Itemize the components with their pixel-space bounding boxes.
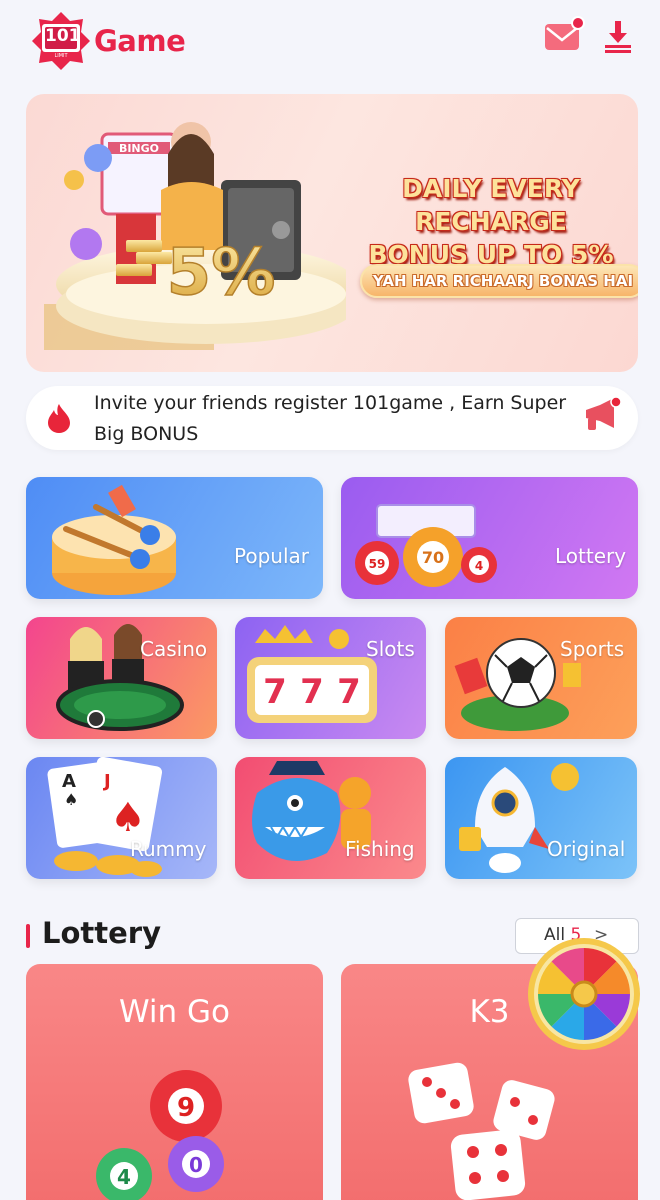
category-label: Sports bbox=[560, 637, 625, 661]
category-label: Original bbox=[547, 837, 626, 861]
svg-text:BINGO: BINGO bbox=[119, 142, 159, 155]
category-label: Rummy bbox=[130, 837, 207, 861]
slot-777-icon: 7 7 7 bbox=[247, 625, 377, 723]
category-rummy[interactable]: A ♠ J ♠ Rummy bbox=[26, 757, 217, 879]
soccer-ball-icon bbox=[454, 638, 581, 731]
prize-wheel-icon[interactable] bbox=[524, 934, 644, 1054]
logo-text: Game bbox=[94, 24, 186, 58]
svg-text:4: 4 bbox=[117, 1165, 131, 1189]
svg-text:59: 59 bbox=[369, 557, 386, 571]
drum-icon bbox=[52, 484, 176, 595]
section-accent-bar bbox=[26, 924, 30, 948]
casino-table-icon bbox=[56, 624, 184, 731]
category-lottery[interactable]: 59 70 4 Lottery bbox=[341, 477, 638, 599]
dice-icon bbox=[408, 1062, 555, 1200]
svg-text:A: A bbox=[62, 771, 76, 792]
svg-text:5%: 5% bbox=[167, 236, 276, 310]
game-card-win-go[interactable]: Win Go 9 0 4 bbox=[26, 964, 323, 1200]
banner-title: DAILY EVERY RECHARGE BONUS UP TO 5% bbox=[326, 172, 638, 271]
lottery-balls-icon: 9 0 4 bbox=[96, 1070, 224, 1200]
logo-badge-sub: LIMIT bbox=[54, 53, 68, 59]
app-logo[interactable]: 101 LIMIT Game bbox=[30, 10, 186, 72]
app-header: 101 LIMIT Game bbox=[0, 0, 660, 86]
svg-text:♠: ♠ bbox=[110, 795, 146, 841]
mail-icon[interactable] bbox=[542, 16, 588, 56]
svg-text:J: J bbox=[102, 771, 111, 792]
banner-illustration: BINGO 5% bbox=[44, 122, 346, 350]
category-popular[interactable]: Popular bbox=[26, 477, 323, 599]
category-fishing[interactable]: Fishing bbox=[235, 757, 426, 879]
logo-badge-icon: 101 LIMIT bbox=[30, 10, 92, 72]
banner-title-line1: DAILY EVERY RECHARGE bbox=[402, 174, 580, 236]
fire-icon bbox=[48, 404, 70, 433]
category-slots[interactable]: 7 7 7 Slots bbox=[235, 617, 426, 739]
category-label: Casino bbox=[140, 637, 208, 661]
download-icon[interactable] bbox=[600, 18, 636, 56]
svg-text:7: 7 bbox=[263, 672, 287, 712]
svg-text:9: 9 bbox=[177, 1093, 195, 1123]
category-casino[interactable]: Casino bbox=[26, 617, 217, 739]
banner-subtitle: YAH HAR RICHAARJ BONAS HAI bbox=[360, 264, 638, 298]
category-label: Popular bbox=[234, 544, 309, 568]
category-label: Slots bbox=[366, 637, 415, 661]
category-label: Fishing bbox=[345, 837, 415, 861]
logo-badge-number: 101 bbox=[45, 26, 81, 46]
section-title: Lottery bbox=[42, 916, 162, 950]
game-title: Win Go bbox=[118, 994, 231, 1030]
category-label: Lottery bbox=[555, 544, 627, 568]
category-original[interactable]: Original bbox=[445, 757, 637, 879]
svg-text:7: 7 bbox=[300, 672, 324, 712]
notice-text: Invite your friends register 101game , E… bbox=[94, 392, 567, 445]
megaphone-icon[interactable] bbox=[578, 392, 624, 438]
promo-banner[interactable]: BINGO 5% DAILY EVERY RECHARGE BONUS UP T… bbox=[26, 94, 638, 372]
svg-text:7: 7 bbox=[337, 672, 361, 712]
category-sports[interactable]: Sports bbox=[445, 617, 637, 739]
svg-text:4: 4 bbox=[475, 559, 483, 573]
notice-bar[interactable]: Invite your friends register 101game , E… bbox=[26, 386, 638, 450]
lottery-balls-icon: 59 70 4 bbox=[355, 504, 497, 587]
svg-text:70: 70 bbox=[422, 548, 444, 567]
svg-text:0: 0 bbox=[189, 1153, 203, 1177]
svg-text:♠: ♠ bbox=[64, 790, 78, 809]
